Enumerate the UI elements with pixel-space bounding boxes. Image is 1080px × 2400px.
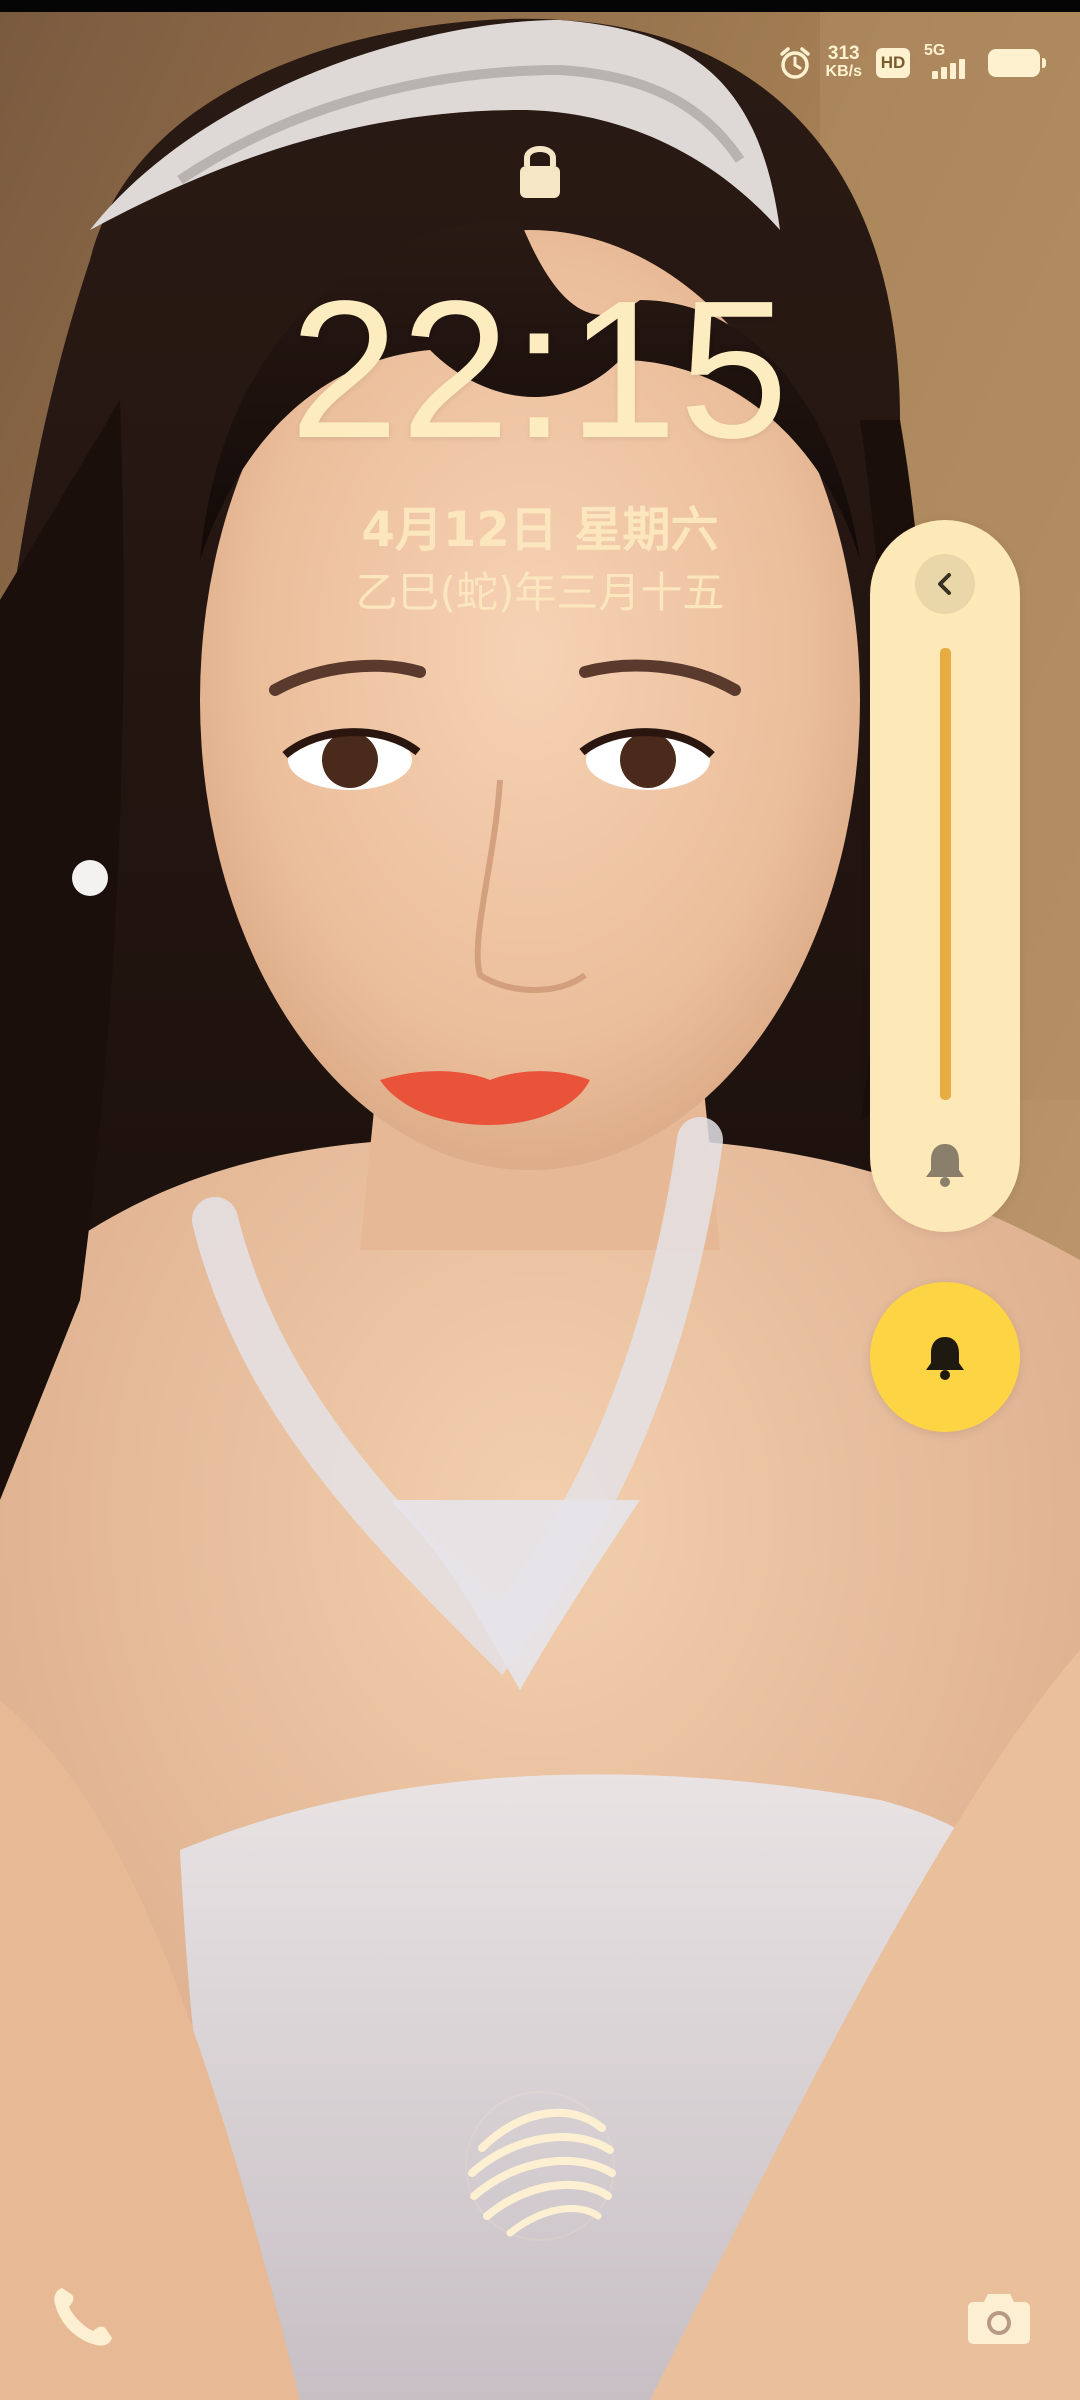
bell-icon [922,1140,968,1192]
network-speed-unit: KB/s [825,63,862,80]
volume-collapse-button[interactable] [915,554,975,614]
network-speed-value: 313 [827,43,860,64]
status-bar: 313 KB/s HD 5G [778,38,1046,88]
volume-slider-fill [940,648,951,1100]
bell-icon [926,1337,964,1380]
camera-icon[interactable] [966,2288,1032,2350]
alarm-clock-icon [778,46,812,80]
cellular-signal-icon: 5G [924,43,974,83]
lock-screen: 313 KB/s HD 5G 22:15 4月12日 星期六 乙巳(蛇)年三月十… [0,0,1080,2400]
lock-screen-clock: 22:15 [289,260,791,479]
network-type-label: 5G [924,42,946,59]
chevron-left-icon [938,573,951,595]
padlock-icon [515,140,565,204]
fingerprint-sphere-icon[interactable] [462,2088,618,2248]
hd-badge: HD [876,48,910,78]
network-speed: 313 KB/s [825,43,862,81]
top-edge [0,0,1080,12]
battery-icon [988,49,1046,77]
phone-icon[interactable] [48,2282,118,2356]
volume-slider[interactable] [940,648,951,1100]
volume-panel [870,520,1020,1232]
ringer-mode-button[interactable] [870,1282,1020,1432]
